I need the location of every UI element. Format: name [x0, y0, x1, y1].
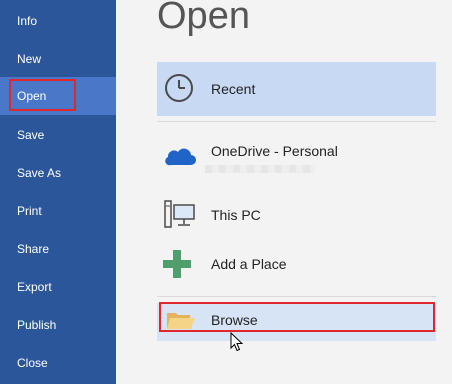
account-email-redacted: [205, 165, 315, 173]
sidebar-item-publish[interactable]: Publish: [0, 306, 116, 344]
sidebar-item-info[interactable]: Info: [0, 2, 116, 40]
backstage-view: Info New Open Save Save As Print Share E…: [0, 0, 452, 384]
sidebar-item-new[interactable]: New: [0, 40, 116, 78]
sidebar-item-save[interactable]: Save: [0, 116, 116, 154]
open-highlight-outline: [9, 79, 76, 111]
place-add-a-place-label: Add a Place: [211, 256, 287, 272]
mouse-pointer-icon: [230, 331, 244, 357]
cloud-icon: [163, 144, 197, 173]
places-divider: [157, 296, 436, 297]
sidebar-item-share[interactable]: Share: [0, 230, 116, 268]
sidebar-item-save-as[interactable]: Save As: [0, 154, 116, 192]
page-title: Open: [157, 0, 250, 37]
sidebar-item-close[interactable]: Close: [0, 344, 116, 382]
place-onedrive-label: OneDrive - Personal: [211, 143, 338, 159]
place-this-pc[interactable]: This PC: [157, 187, 436, 241]
backstage-sidebar: Info New Open Save Save As Print Share E…: [0, 0, 116, 384]
place-this-pc-label: This PC: [211, 207, 261, 223]
sidebar-item-print[interactable]: Print: [0, 192, 116, 230]
computer-icon: [163, 200, 197, 235]
place-onedrive[interactable]: OneDrive - Personal: [157, 132, 436, 186]
place-recent[interactable]: Recent: [157, 62, 436, 116]
browse-highlight-outline: [159, 302, 435, 332]
clock-icon: [163, 72, 195, 109]
sidebar-item-export[interactable]: Export: [0, 268, 116, 306]
plus-icon: [163, 250, 191, 283]
places-divider: [157, 121, 436, 122]
place-recent-label: Recent: [211, 81, 256, 97]
place-add-a-place[interactable]: Add a Place: [157, 237, 436, 291]
